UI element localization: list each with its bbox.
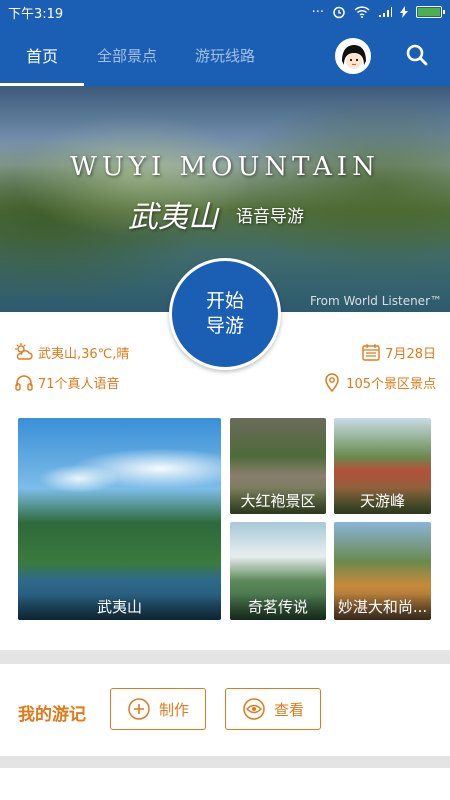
date-text: 7月28日 [385,346,436,362]
status-bar: 下午3:19 ··· [0,0,450,24]
section-divider [0,756,450,768]
tab-home[interactable]: 首页 [0,24,84,86]
calendar-icon [362,344,380,361]
headphones-icon [15,375,33,391]
search-button[interactable] [402,40,432,70]
section-divider [0,650,450,664]
tile-tianyou-peak[interactable]: 天游峰 [334,418,431,514]
start-guide-line1: 开始 [205,290,244,312]
spots-info: 105个景区景点 [322,372,436,392]
battery-icon [416,6,445,18]
status-icons: ··· [311,4,445,20]
start-guide-button[interactable]: 开始 导游 [169,258,281,370]
view-notes-button[interactable]: 查看 [225,688,321,730]
tile-dahongpao[interactable]: 大红袍景区 [230,418,326,514]
tab-routes[interactable]: 游玩线路 [170,24,280,86]
user-avatar[interactable] [335,38,371,74]
tile-label: 大红袍景区 [230,488,326,514]
voices-text: 71个真人语音 [38,376,120,392]
tab-all-spots[interactable]: 全部景点 [84,24,170,86]
weather-text: 武夷山,36℃,晴 [38,346,130,362]
eye-icon [243,698,265,720]
tile-wuyi-mountain[interactable]: 武夷山 [18,418,221,620]
weather-icon [15,343,33,360]
charging-icon [400,6,408,18]
search-icon [406,44,428,66]
hero-subtitle: 武夷山 [128,200,218,235]
hero-credit: From World Listener™ [309,294,442,308]
travel-notes-title: 我的游记 [18,705,86,725]
tile-label: 奇茗传说 [230,594,326,620]
voices-info: 71个真人语音 [14,372,120,392]
tile-label: 武夷山 [18,594,221,620]
more-dots-icon: ··· [311,4,324,20]
location-pin-icon [325,373,339,392]
tile-miaozhan-monk[interactable]: 妙湛大和尚... [334,522,431,620]
signal-icon [379,7,392,17]
make-note-button[interactable]: 制作 [110,688,206,730]
hero-subtitle-guide: 语音导游 [236,207,304,227]
weather-info: 武夷山,36℃,晴 [14,342,129,362]
tile-label: 天游峰 [334,488,431,514]
plus-circle-icon [128,698,150,720]
tile-tea-legend[interactable]: 奇茗传说 [230,522,326,620]
view-notes-label: 查看 [273,700,304,719]
make-note-label: 制作 [158,700,189,719]
status-time: 下午3:19 [8,6,64,22]
wifi-icon [354,6,370,18]
start-guide-line2: 导游 [205,315,244,337]
spots-text: 105个景区景点 [346,376,436,392]
app-bar: 首页 全部景点 游玩线路 [0,24,450,86]
alarm-icon [333,6,345,19]
date-info: 7月28日 [361,342,436,362]
tile-label: 妙湛大和尚... [334,594,431,620]
bottom-card [0,768,450,800]
hero-title: WUYI MOUNTAIN [70,152,380,182]
